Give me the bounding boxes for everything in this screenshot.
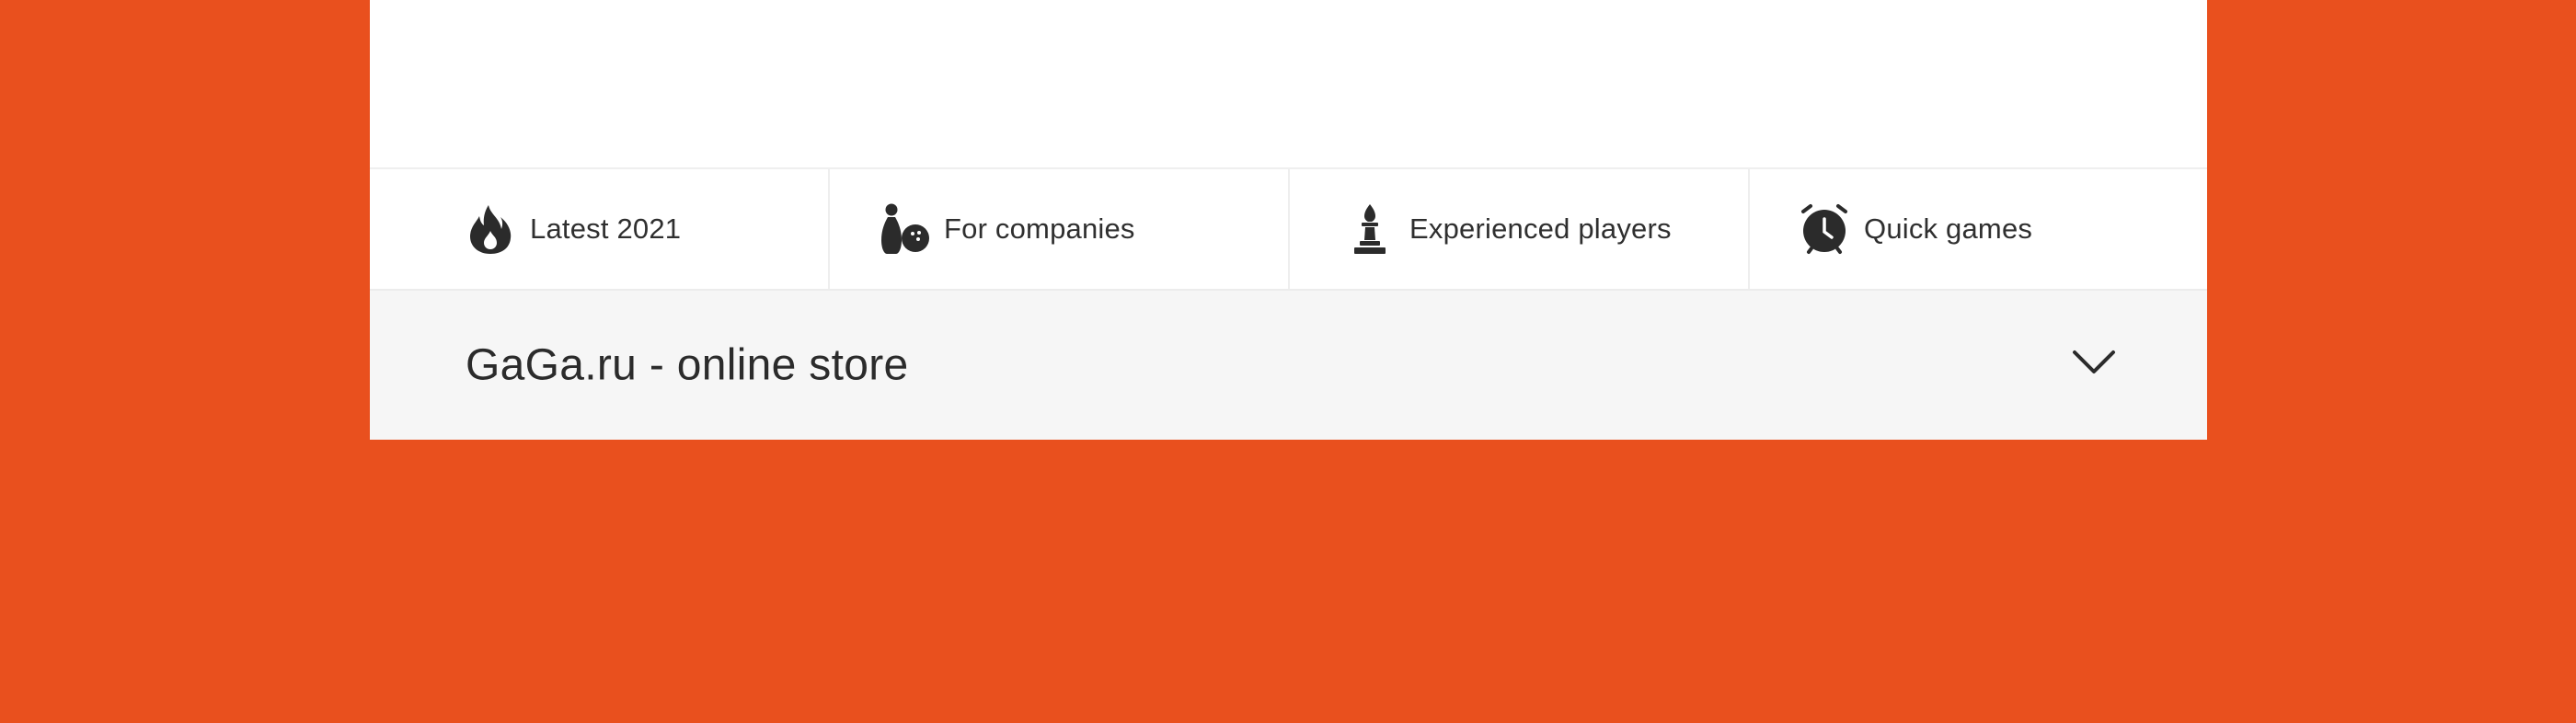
category-latest-2021[interactable]: Latest 2021 [370, 169, 828, 289]
category-quick-games[interactable]: Quick games [1748, 169, 2207, 289]
bowling-icon [880, 202, 929, 256]
category-label: Latest 2021 [530, 212, 682, 245]
category-nav: Latest 2021 For companies Experienced pl… [370, 169, 2207, 291]
category-label: Experienced players [1409, 212, 1672, 245]
category-experienced-players[interactable]: Experienced players [1288, 169, 1748, 289]
panel-top-area [370, 0, 2207, 169]
chevron-down-icon[interactable] [2072, 348, 2116, 375]
alarm-clock-icon [1800, 202, 1849, 256]
chess-bishop-icon [1345, 202, 1395, 256]
content-panel: Latest 2021 For companies Experienced pl… [370, 0, 2207, 440]
store-section-toggle[interactable]: GaGa.ru - online store [370, 291, 2207, 440]
category-label: For companies [944, 212, 1135, 245]
flame-icon [466, 202, 515, 256]
store-section-title: GaGa.ru - online store [466, 340, 909, 390]
category-for-companies[interactable]: For companies [828, 169, 1288, 289]
category-label: Quick games [1864, 212, 2033, 245]
